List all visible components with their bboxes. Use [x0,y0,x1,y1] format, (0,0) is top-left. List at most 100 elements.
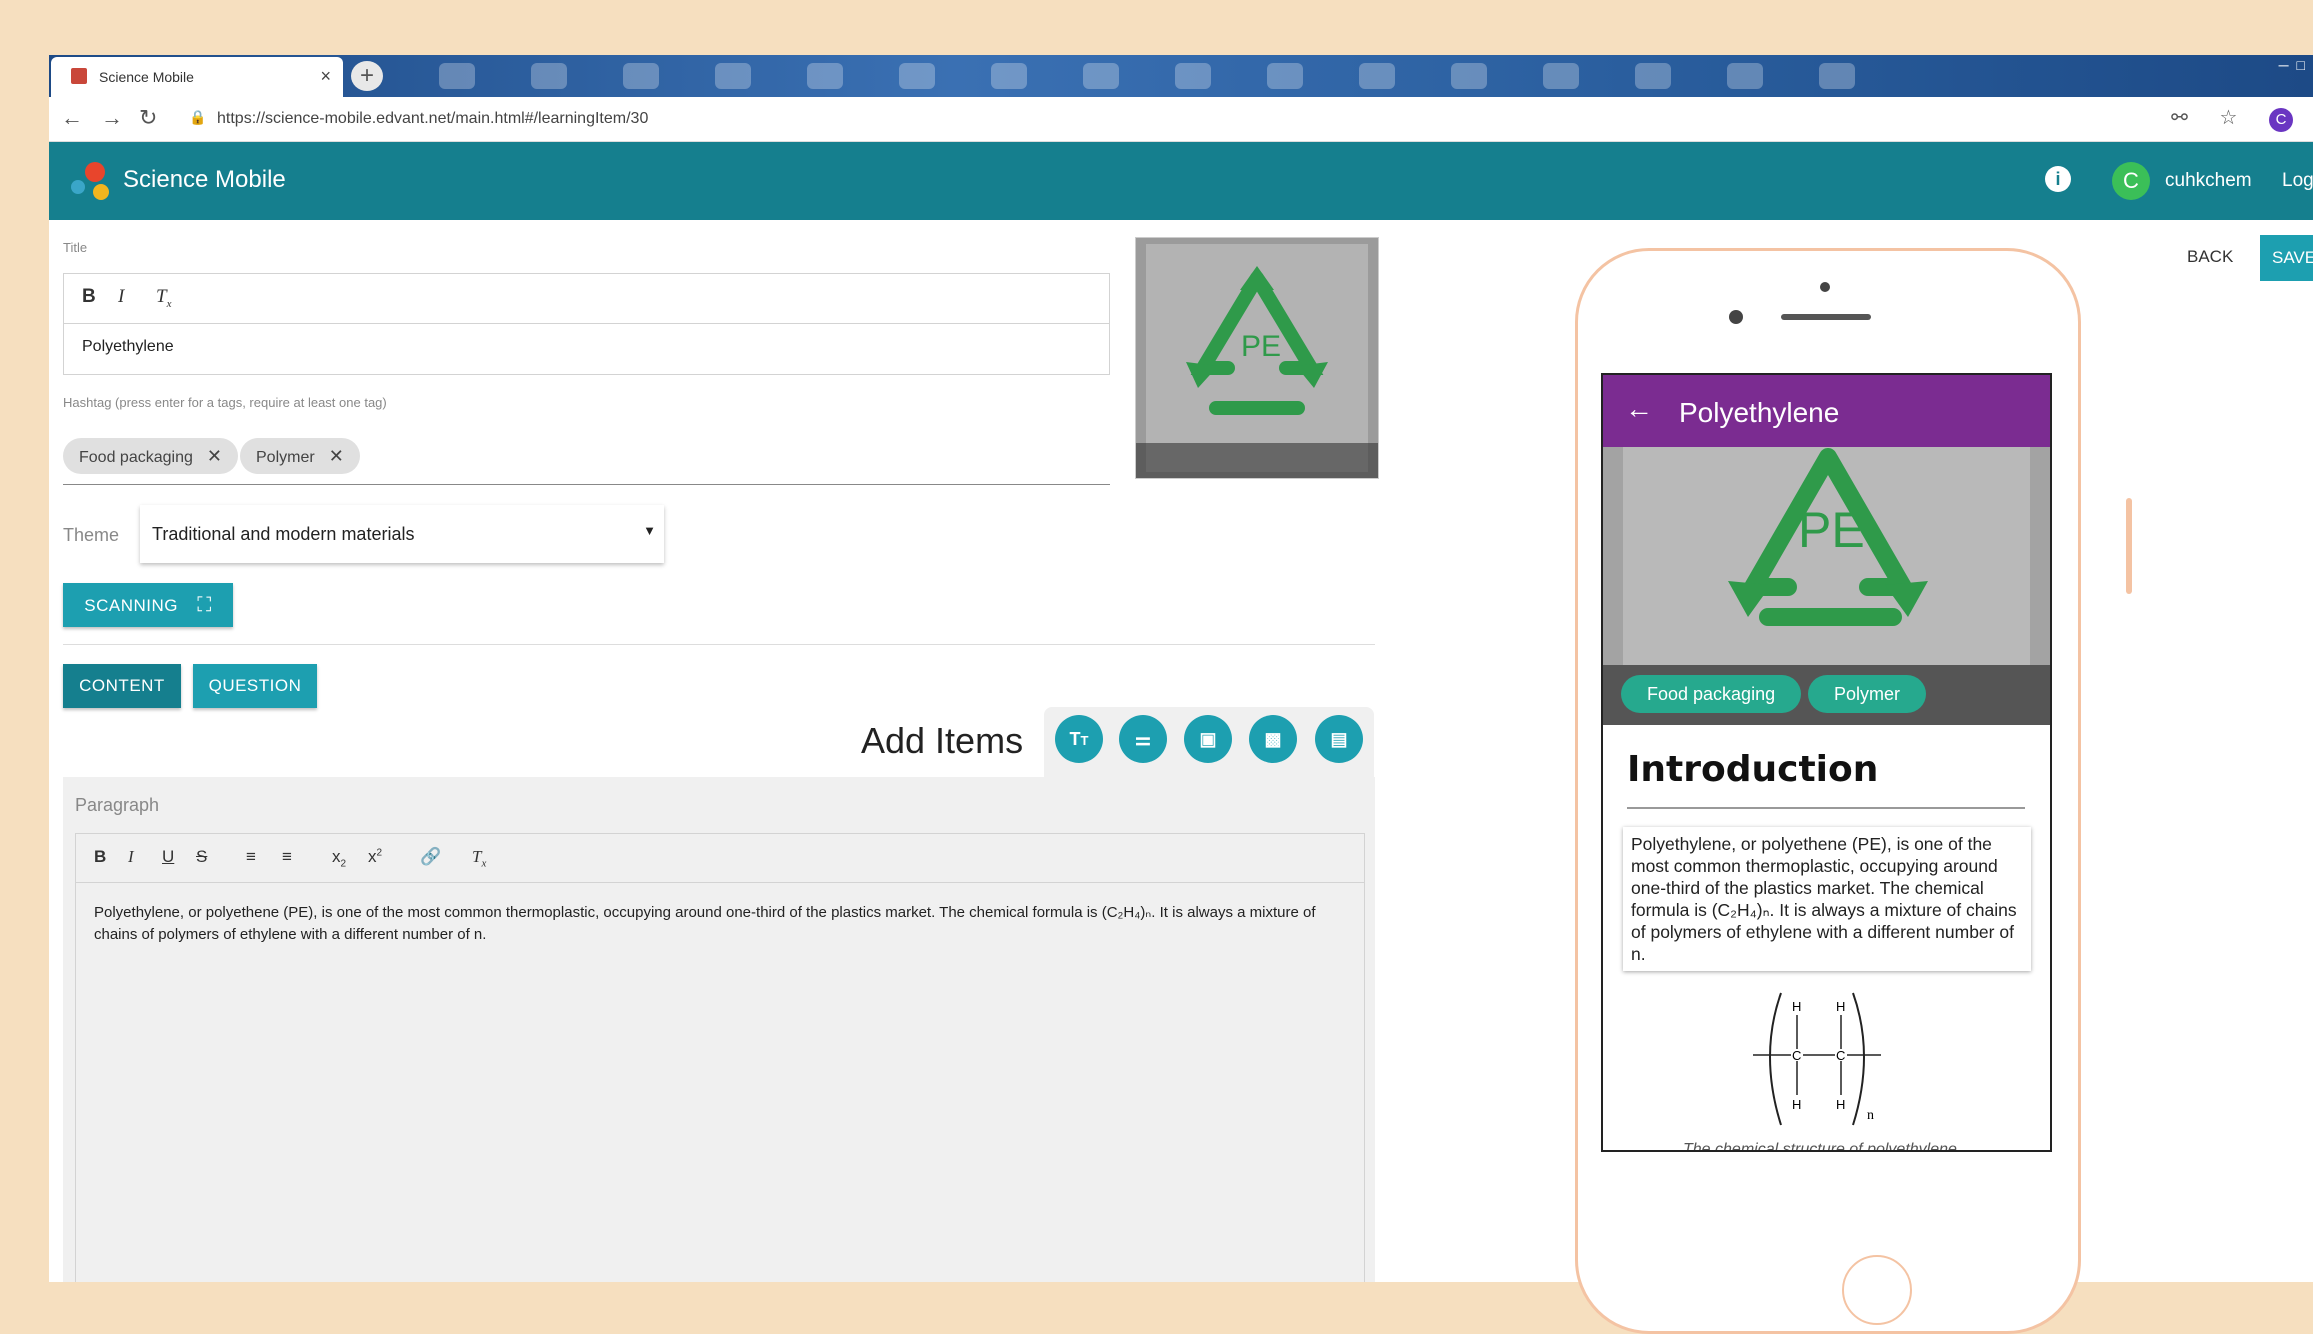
tab-close-icon[interactable]: × [320,66,331,87]
preview-caption: The chemical structure of polyethylene [1683,1141,1957,1152]
phone-speaker [1781,314,1871,320]
back-button[interactable]: BACK [2187,247,2233,267]
window-thumbnail-icon[interactable] [899,63,935,89]
subscript-button[interactable]: x2 [332,847,346,869]
window-thumbnail-icon[interactable] [531,63,567,89]
window-thumbnail-icon[interactable] [1819,63,1855,89]
forward-arrow-icon[interactable]: → [101,105,123,131]
bold-button[interactable]: B [82,286,96,308]
back-arrow-icon[interactable]: ← [61,105,83,131]
add-video-icon[interactable]: ▩ [1249,715,1297,763]
paragraph-block: Paragraph B I U S ≡ ≡ x2 x2 🔗 Tx Polyeth… [63,777,1375,1282]
window-thumbnail-icon[interactable] [1359,63,1395,89]
window-thumbnail-icon[interactable] [1083,63,1119,89]
clear-format-icon[interactable]: Tx [156,286,171,310]
window-thumbnail-icon[interactable] [1175,63,1211,89]
underline-button[interactable]: U [162,847,174,867]
preview-title: Polyethylene [1679,397,1840,428]
paragraph-input[interactable]: Polyethylene, or polyethene (PE), is one… [94,902,1344,946]
tag-chip[interactable]: Polymer ✕ [240,438,360,474]
atom-h: H [1836,999,1845,1014]
chemical-structure-diagram: H H C C H H n [1753,992,1881,1126]
browser-tab[interactable]: Science Mobile × [51,57,343,97]
add-heading-icon[interactable]: TT [1055,715,1103,763]
hashtag-label: Hashtag (press enter for a tags, require… [63,395,387,410]
title-input[interactable]: Polyethylene [82,338,174,356]
url-field[interactable]: https://science-mobile.edvant.net/main.h… [217,110,648,128]
remove-tag-icon[interactable]: ✕ [329,446,344,466]
tag-chip-label: Food packaging [79,449,193,466]
save-button[interactable]: SAVE [2260,235,2313,281]
theme-select[interactable]: Traditional and modern materials ▼ [140,505,664,563]
hashtag-input-underline[interactable] [63,484,1110,485]
window-thumbnail-icon[interactable] [1635,63,1671,89]
preview-pe-text: PE [1798,502,1865,558]
window-thumbnail-icon[interactable] [1727,63,1763,89]
superscript-button[interactable]: x2 [368,847,382,867]
tab-content[interactable]: CONTENT [63,664,181,708]
window-thumbnail-icon[interactable] [991,63,1027,89]
window-thumbnail-icon[interactable] [807,63,843,89]
app-header: Science Mobile i C cuhkchem Logout [49,142,2313,220]
window-thumbnail-icon[interactable] [623,63,659,89]
tab-title: Science Mobile [99,69,194,85]
window-thumbnail-icon[interactable] [1267,63,1303,89]
remove-tag-icon[interactable]: ✕ [207,446,222,466]
bold-button[interactable]: B [94,847,106,867]
preview-section-heading: Introduction [1627,749,1879,790]
key-icon[interactable]: ⚯ [2171,105,2188,130]
reload-icon[interactable]: ↻ [139,105,157,131]
user-avatar[interactable]: C [2112,162,2150,200]
atom-h: H [1792,999,1801,1014]
atom-c: C [1792,1048,1801,1063]
italic-button[interactable]: I [128,847,134,867]
profile-avatar[interactable]: C [2269,108,2293,132]
star-icon[interactable]: ☆ [2220,105,2238,130]
window-thumbnail-icon[interactable] [1543,63,1579,89]
new-tab-button[interactable]: + [351,61,383,91]
atom-c: C [1836,1048,1845,1063]
clear-format-icon[interactable]: Tx [472,847,486,869]
window-thumbnail-icon[interactable] [1451,63,1487,89]
item-image-thumbnail[interactable]: PE [1135,237,1379,479]
strikethrough-button[interactable]: S [196,847,207,867]
address-bar: ← → ↻ 🔒 https://science-mobile.edvant.ne… [49,97,2313,142]
heading-underline [1627,807,2025,809]
tab-question[interactable]: QUESTION [193,664,317,708]
tag-chip-label: Polymer [256,449,315,466]
preview-back-arrow-icon[interactable]: ← [1625,393,1653,425]
atom-h: H [1836,1097,1845,1112]
section-divider [63,644,1375,645]
paragraph-toolbar: B I U S ≡ ≡ x2 x2 🔗 Tx [76,834,1364,883]
preview-image: PE [1603,447,2050,665]
fullscreen-scan-icon: ⛶ [197,594,212,616]
tag-chip[interactable]: Food packaging ✕ [63,438,238,474]
preview-content: Introduction Polyethylene, or polyethene… [1613,735,2040,1150]
ordered-list-icon[interactable]: ≡ [246,847,256,867]
info-icon[interactable]: i [2045,166,2071,192]
title-editor: B I Tx Polyethylene [63,273,1110,375]
pe-symbol-text: PE [1241,330,1281,363]
window-thumbnail-icon[interactable] [439,63,475,89]
add-items-label: Add Items [861,720,1024,761]
theme-selected-value: Traditional and modern materials [152,524,415,544]
paragraph-label: Paragraph [75,795,160,815]
add-embed-icon[interactable]: ▤ [1315,715,1363,763]
title-toolbar: B I Tx [64,274,1109,324]
phone-sensor [1820,282,1830,292]
phone-side-button [2126,498,2132,594]
link-icon[interactable]: 🔗 [420,847,441,867]
app-name: Science Mobile [123,166,286,193]
add-paragraph-icon[interactable]: ⚌ [1119,715,1167,763]
logout-button[interactable]: Logout [2282,170,2313,192]
bullet-list-icon[interactable]: ≡ [282,847,292,867]
add-image-icon[interactable]: ▣ [1184,715,1232,763]
dropdown-arrow-icon: ▼ [643,523,656,538]
restore-icon[interactable]: □ [2297,57,2313,73]
lock-icon: 🔒 [189,109,207,125]
window-thumbnail-icon[interactable] [715,63,751,89]
scanning-button[interactable]: SCANNING ⛶ [63,583,233,627]
italic-button[interactable]: I [118,286,124,308]
minimize-icon[interactable]: ─ [2279,57,2297,73]
window-controls: ─□ [2279,57,2313,73]
